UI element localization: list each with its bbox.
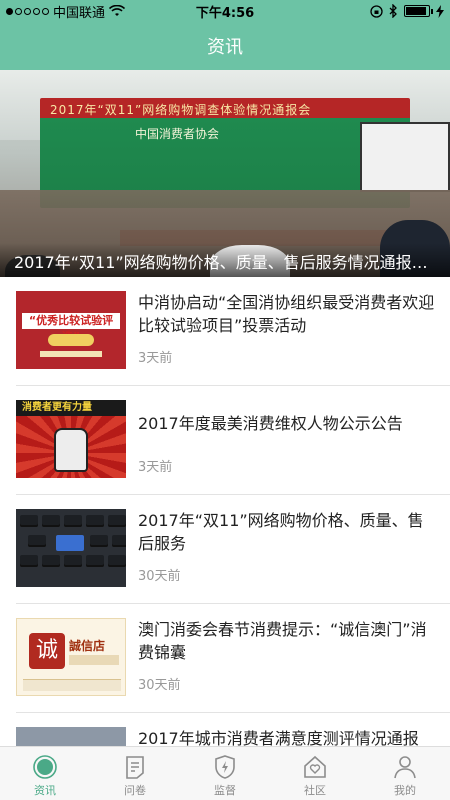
news-item[interactable]: 消费者更有力量 2017年度最美消费维权人物公示公告 3天前 — [16, 386, 450, 495]
questionnaire-icon — [126, 756, 144, 779]
tab-label: 监督 — [214, 784, 236, 797]
status-bar: 中国联通 下午4:56 — [0, 0, 450, 22]
news-time: 3天前 — [138, 460, 173, 475]
news-icon — [33, 755, 57, 779]
news-list: “优秀比较试验评选” 中消协启动“全国消协组织最受消费者欢迎比较试验项目”投票活… — [0, 277, 450, 746]
news-item[interactable]: 2017年“双11”网络购物价格、质量、售后服务 30天前 — [16, 495, 450, 604]
news-item[interactable]: 2017年城市消费者满意度测评情况通报 — [16, 713, 450, 746]
tab-label: 社区 — [304, 784, 326, 797]
tab-label: 我的 — [394, 784, 416, 797]
news-thumbnail — [16, 509, 126, 587]
news-thumbnail: 诚 誠信店 — [16, 618, 126, 696]
wifi-icon — [109, 5, 126, 16]
hero-banner-org: 中国消费者协会 — [135, 127, 220, 141]
community-icon — [304, 755, 326, 778]
news-item[interactable]: “优秀比较试验评选” 中消协启动“全国消协组织最受消费者欢迎比较试验项目”投票活… — [16, 277, 450, 386]
battery-icon — [404, 5, 433, 17]
news-item[interactable]: 诚 誠信店 澳门消委会春节消费提示：“诚信澳门”消费锦囊 30天前 — [16, 604, 450, 713]
tab-label: 资讯 — [34, 784, 56, 797]
news-time: 30天前 — [138, 569, 181, 584]
cart-icon — [56, 535, 84, 551]
tab-news[interactable]: 资讯 — [0, 747, 90, 800]
page-title: 资讯 — [207, 37, 243, 58]
charging-icon — [436, 4, 444, 18]
tab-questionnaire[interactable]: 问卷 — [90, 747, 180, 800]
hero-banner-text: 2017年“双11”网络购物调查体验情况通报会 — [50, 103, 312, 117]
thumbnail-text: “优秀比较试验评选” — [22, 313, 120, 343]
news-title: 2017年城市消费者满意度测评情况通报 — [138, 729, 419, 746]
tab-supervise[interactable]: 监督 — [180, 747, 270, 800]
signal-icon — [6, 7, 49, 15]
thumbnail-text: 誠信店 — [69, 639, 106, 653]
tab-bar: 资讯 问卷 监督 社区 我的 — [0, 746, 450, 800]
carrier-label: 中国联通 — [53, 5, 106, 21]
hero-screen — [360, 122, 450, 192]
tab-label: 问卷 — [124, 784, 146, 797]
status-right — [370, 4, 444, 18]
profile-icon — [394, 756, 416, 779]
news-title: 2017年度最美消费维权人物公示公告 — [138, 414, 403, 433]
tab-community[interactable]: 社区 — [270, 747, 360, 800]
tab-profile[interactable]: 我的 — [360, 747, 450, 800]
hero-caption: 2017年“双11”网络购物价格、质量、售后服务情况通报会... — [0, 243, 450, 277]
nav-bar: 资讯 — [0, 22, 450, 70]
status-left: 中国联通 — [6, 2, 126, 21]
news-thumbnail — [16, 727, 126, 746]
thumbnail-seal: 诚 — [29, 633, 65, 669]
news-title: 2017年“双11”网络购物价格、质量、售后服务 — [138, 511, 424, 553]
thumbnail-text: 消费者更有力量 — [16, 400, 126, 416]
fist-icon — [54, 428, 88, 472]
news-time: 30天前 — [138, 678, 181, 693]
news-time: 3天前 — [138, 351, 173, 366]
news-title: 中消协启动“全国消协组织最受消费者欢迎比较试验项目”投票活动 — [138, 293, 435, 335]
news-thumbnail: “优秀比较试验评选” — [16, 291, 126, 369]
hero-banner[interactable]: 2017年“双11”网络购物调查体验情况通报会 中国消费者协会 2017年“双1… — [0, 70, 450, 277]
news-title: 澳门消委会春节消费提示：“诚信澳门”消费锦囊 — [138, 620, 427, 662]
shield-icon — [215, 755, 235, 779]
news-thumbnail: 消费者更有力量 — [16, 400, 126, 478]
lock-rotation-icon — [370, 4, 383, 18]
bluetooth-icon — [389, 4, 397, 18]
